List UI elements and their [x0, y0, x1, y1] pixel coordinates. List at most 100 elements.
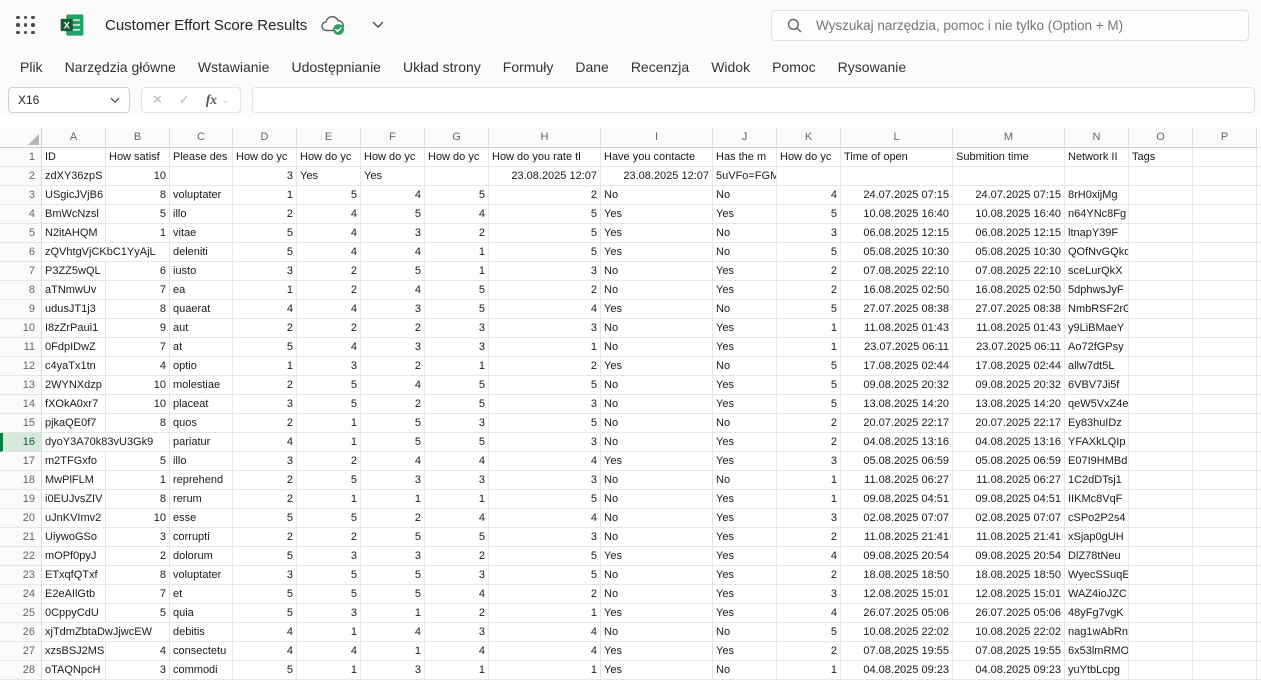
column-header-B[interactable]: B — [106, 128, 170, 148]
cell-J1[interactable]: Has the m — [713, 148, 777, 167]
cell-D6[interactable]: 5 — [233, 243, 297, 262]
cell-N20[interactable]: cSPo2P2s4 — [1065, 509, 1129, 528]
cell-I19[interactable]: No — [601, 490, 713, 509]
cell-N3[interactable]: 8rH0xijMg — [1065, 186, 1129, 205]
cell-I14[interactable]: No — [601, 395, 713, 414]
cell-K26[interactable]: 5 — [777, 623, 841, 642]
cell-A1[interactable]: ID — [42, 148, 106, 167]
menu-item-6[interactable]: Dane — [564, 54, 619, 80]
cell-A19[interactable]: i0EUJvsZIV — [42, 490, 106, 509]
cell-P5[interactable] — [1193, 224, 1257, 243]
cell-J21[interactable]: Yes — [713, 528, 777, 547]
cell-H8[interactable]: 2 — [489, 281, 601, 300]
cell-J2[interactable]: 5uVFo=FGMp — [713, 167, 777, 186]
cell-M26[interactable]: 10.08.2025 22:02 — [953, 623, 1065, 642]
cell-L28[interactable]: 04.08.2025 09:23 — [841, 661, 953, 680]
cell-H3[interactable]: 2 — [489, 186, 601, 205]
cell-J20[interactable]: Yes — [713, 509, 777, 528]
cell-A24[interactable]: E2eAIlGtb — [42, 585, 106, 604]
cell-I23[interactable]: No — [601, 566, 713, 585]
cell-P6[interactable] — [1193, 243, 1257, 262]
cell-A12[interactable]: c4yaTx1tn — [42, 357, 106, 376]
cell-P16[interactable] — [1193, 433, 1257, 452]
cell-J4[interactable]: Yes — [713, 205, 777, 224]
cell-H7[interactable]: 3 — [489, 262, 601, 281]
cell-O17[interactable] — [1129, 452, 1193, 471]
cell-D12[interactable]: 1 — [233, 357, 297, 376]
cell-C2[interactable] — [170, 167, 233, 186]
cell-P10[interactable] — [1193, 319, 1257, 338]
cell-D15[interactable]: 2 — [233, 414, 297, 433]
cell-A6[interactable]: zQVhtgVjCKbC1YyAjL — [42, 243, 170, 262]
cell-P28[interactable] — [1193, 661, 1257, 680]
cell-L8[interactable]: 16.08.2025 02:50 — [841, 281, 953, 300]
cell-K17[interactable]: 3 — [777, 452, 841, 471]
cell-I24[interactable]: No — [601, 585, 713, 604]
cell-J5[interactable]: No — [713, 224, 777, 243]
cell-E3[interactable]: 5 — [297, 186, 361, 205]
row-header-12[interactable]: 12 — [0, 357, 42, 376]
cell-H12[interactable]: 2 — [489, 357, 601, 376]
cell-H24[interactable]: 2 — [489, 585, 601, 604]
cell-I12[interactable]: Yes — [601, 357, 713, 376]
cell-A13[interactable]: 2WYNXdzp — [42, 376, 106, 395]
cell-D9[interactable]: 4 — [233, 300, 297, 319]
cell-N23[interactable]: WyecSSuqE — [1065, 566, 1129, 585]
cell-L2[interactable] — [841, 167, 953, 186]
cell-E2[interactable]: Yes — [297, 167, 361, 186]
cell-P11[interactable] — [1193, 338, 1257, 357]
cell-F10[interactable]: 2 — [361, 319, 425, 338]
cell-F28[interactable]: 3 — [361, 661, 425, 680]
cell-L19[interactable]: 09.08.2025 04:51 — [841, 490, 953, 509]
row-header-22[interactable]: 22 — [0, 547, 42, 566]
save-status-cloud-check-icon[interactable] — [319, 15, 346, 36]
cell-H19[interactable]: 5 — [489, 490, 601, 509]
cell-N25[interactable]: 48yFg7vgK — [1065, 604, 1129, 623]
row-header-28[interactable]: 28 — [0, 661, 42, 680]
cell-M13[interactable]: 09.08.2025 20:32 — [953, 376, 1065, 395]
cell-C7[interactable]: iusto — [170, 262, 233, 281]
cell-D17[interactable]: 3 — [233, 452, 297, 471]
cell-O2[interactable] — [1129, 167, 1193, 186]
insert-function-icon[interactable]: fx — [206, 92, 217, 108]
cell-I9[interactable]: Yes — [601, 300, 713, 319]
cell-M23[interactable]: 18.08.2025 18:50 — [953, 566, 1065, 585]
cell-P23[interactable] — [1193, 566, 1257, 585]
cell-H22[interactable]: 5 — [489, 547, 601, 566]
cell-C8[interactable]: ea — [170, 281, 233, 300]
cell-I17[interactable]: Yes — [601, 452, 713, 471]
cell-M7[interactable]: 07.08.2025 22:10 — [953, 262, 1065, 281]
cell-G1[interactable]: How do yc — [425, 148, 489, 167]
cell-D4[interactable]: 2 — [233, 205, 297, 224]
cell-D26[interactable]: 4 — [233, 623, 297, 642]
cell-C10[interactable]: aut — [170, 319, 233, 338]
cell-D10[interactable]: 2 — [233, 319, 297, 338]
column-header-C[interactable]: C — [170, 128, 233, 148]
row-header-3[interactable]: 3 — [0, 186, 42, 205]
cell-F1[interactable]: How do yc — [361, 148, 425, 167]
cell-F25[interactable]: 1 — [361, 604, 425, 623]
cell-D28[interactable]: 5 — [233, 661, 297, 680]
cell-H21[interactable]: 3 — [489, 528, 601, 547]
cell-O7[interactable] — [1129, 262, 1193, 281]
cell-F15[interactable]: 5 — [361, 414, 425, 433]
cell-G15[interactable]: 3 — [425, 414, 489, 433]
cell-I16[interactable]: No — [601, 433, 713, 452]
cell-N8[interactable]: 5dphwsJyF — [1065, 281, 1129, 300]
cell-O3[interactable] — [1129, 186, 1193, 205]
cell-M6[interactable]: 05.08.2025 10:30 — [953, 243, 1065, 262]
cell-C13[interactable]: molestiae — [170, 376, 233, 395]
cell-K15[interactable]: 2 — [777, 414, 841, 433]
cell-K5[interactable]: 3 — [777, 224, 841, 243]
cell-C26[interactable]: debitis — [170, 623, 233, 642]
row-header-15[interactable]: 15 — [0, 414, 42, 433]
cell-I1[interactable]: Have you contacte — [601, 148, 713, 167]
cell-M18[interactable]: 11.08.2025 06:27 — [953, 471, 1065, 490]
cell-H9[interactable]: 4 — [489, 300, 601, 319]
cell-G12[interactable]: 1 — [425, 357, 489, 376]
cell-G24[interactable]: 4 — [425, 585, 489, 604]
cell-A2[interactable]: zdXY36zpS — [42, 167, 106, 186]
column-header-J[interactable]: J — [713, 128, 777, 148]
cell-G19[interactable]: 1 — [425, 490, 489, 509]
cell-I13[interactable]: No — [601, 376, 713, 395]
